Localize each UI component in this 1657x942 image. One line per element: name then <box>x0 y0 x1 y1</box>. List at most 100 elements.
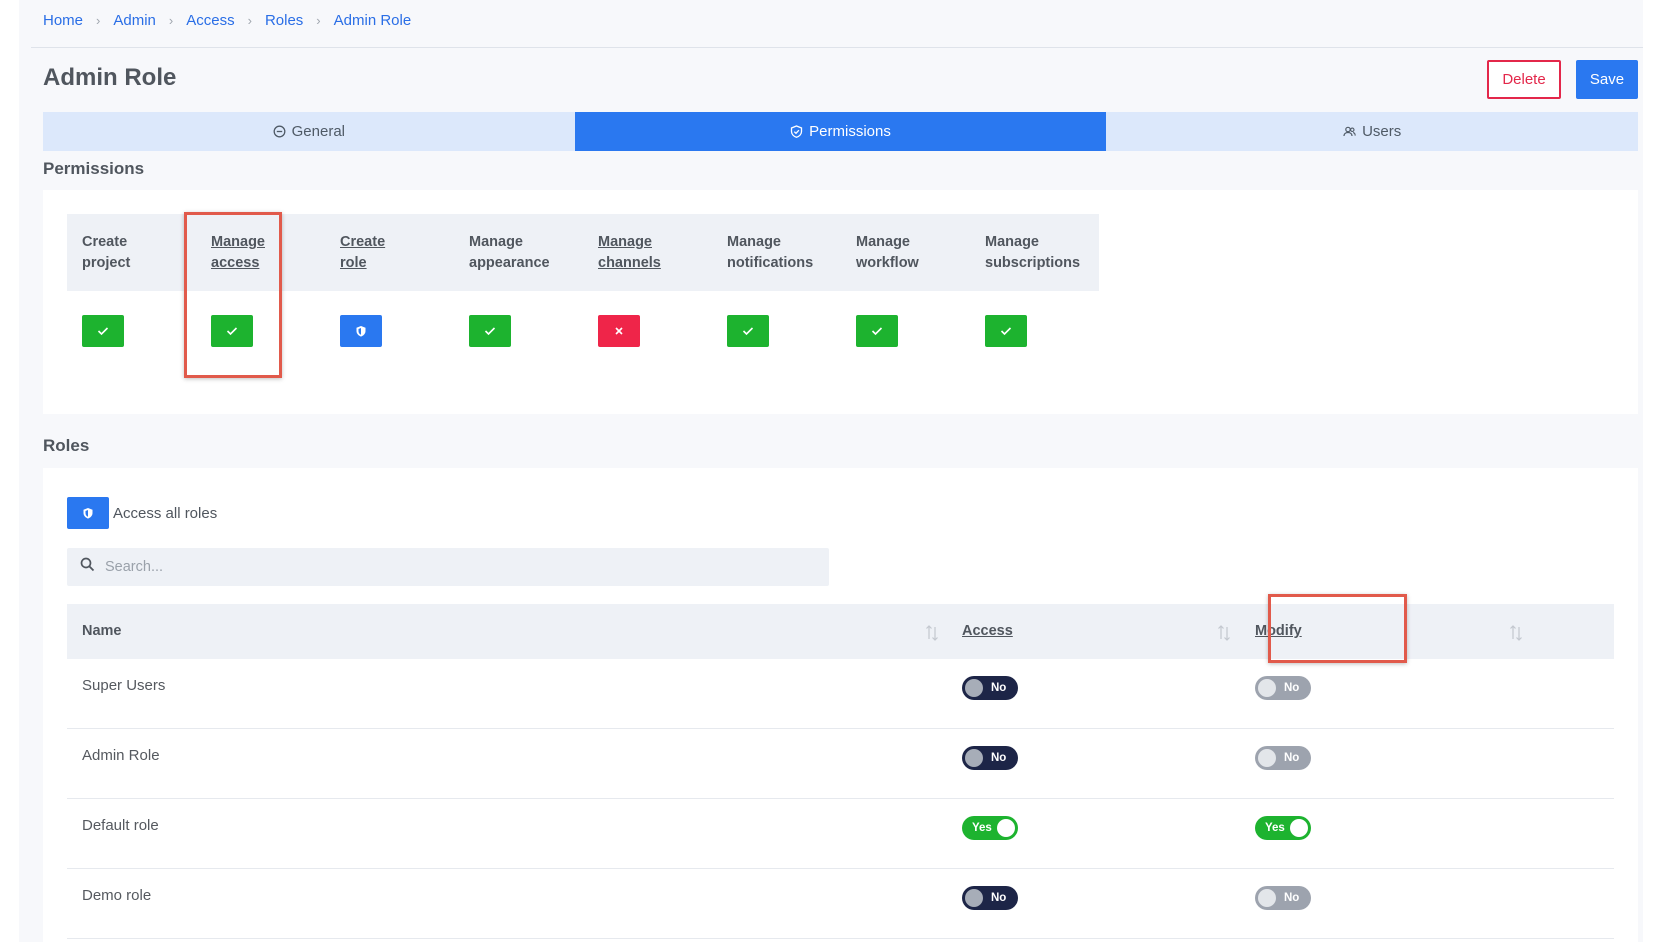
access-toggle[interactable]: Yes <box>962 816 1018 840</box>
toggle-label: No <box>1284 892 1300 904</box>
modify-toggle[interactable]: No <box>1255 746 1311 770</box>
tab-bar: General Permissions Users <box>43 112 1639 151</box>
toggle-label: No <box>1284 682 1300 694</box>
modify-toggle[interactable]: No <box>1255 676 1311 700</box>
breadcrumb-admin[interactable]: Admin <box>113 12 156 29</box>
chevron-right-icon: › <box>247 13 252 28</box>
table-row: Demo role No No <box>67 869 1614 939</box>
shield-icon <box>356 325 366 337</box>
chevron-right-icon: › <box>96 13 101 28</box>
sort-icon[interactable] <box>1509 623 1523 643</box>
access-toggle[interactable]: No <box>962 746 1018 770</box>
toggle-knob <box>965 749 983 767</box>
tab-users-label: Users <box>1362 123 1402 140</box>
access-toggle[interactable]: No <box>962 676 1018 700</box>
check-icon <box>484 327 496 336</box>
toggle-knob <box>1290 819 1308 837</box>
toggle-knob <box>1258 889 1276 907</box>
access-all-roles: Access all roles <box>67 497 217 529</box>
check-icon <box>1000 327 1012 336</box>
perm-label-line1: Manage <box>856 234 910 250</box>
granted-check-button[interactable] <box>856 315 898 347</box>
perm-header: Manage workflow <box>841 214 970 291</box>
table-row: Admin Role No No <box>67 729 1614 799</box>
access-column-header[interactable]: Access <box>962 623 1013 639</box>
sort-icon[interactable] <box>925 623 939 643</box>
perm-header: Create project <box>67 214 196 291</box>
perm-manage-access: Manage access <box>196 214 325 371</box>
granted-check-button[interactable] <box>985 315 1027 347</box>
perm-manage-workflow: Manage workflow <box>841 214 970 371</box>
breadcrumb-roles[interactable]: Roles <box>265 12 303 29</box>
perm-create-project: Create project <box>67 214 196 371</box>
perm-manage-subscriptions: Manage subscriptions <box>970 214 1099 371</box>
search-icon <box>80 557 95 577</box>
granted-check-button[interactable] <box>211 315 253 347</box>
partial-shield-button[interactable] <box>340 315 382 347</box>
perm-label-line1: Manage <box>211 234 265 250</box>
granted-check-button[interactable] <box>727 315 769 347</box>
granted-check-button[interactable] <box>469 315 511 347</box>
perm-label-line2: role <box>340 255 367 271</box>
toggle-label: No <box>1284 752 1300 764</box>
tab-permissions-label: Permissions <box>809 123 891 140</box>
modify-toggle[interactable]: No <box>1255 886 1311 910</box>
perm-label-line2: appearance <box>469 255 550 271</box>
users-icon <box>1343 125 1356 138</box>
sort-icon[interactable] <box>1217 623 1231 643</box>
check-icon <box>97 327 109 336</box>
modify-toggle[interactable]: Yes <box>1255 816 1311 840</box>
tab-general-label: General <box>291 123 346 140</box>
tab-users[interactable]: Users <box>1106 112 1639 151</box>
page: Home › Admin › Access › Roles › Admin Ro… <box>19 0 1643 942</box>
granted-check-button[interactable] <box>82 315 124 347</box>
save-button[interactable]: Save <box>1576 60 1638 99</box>
toggle-knob <box>1258 679 1276 697</box>
access-all-roles-label: Access all roles <box>113 504 218 522</box>
access-all-roles-toggle[interactable] <box>67 497 109 529</box>
roles-section-title: Roles <box>43 436 90 455</box>
toggle-label: No <box>991 682 1007 694</box>
shield-check-icon <box>790 125 803 138</box>
modify-column-header[interactable]: Modify <box>1255 623 1302 639</box>
perm-label-line1: Manage <box>727 234 781 250</box>
perm-manage-appearance: Manage appearance <box>454 214 583 371</box>
role-name: Demo role <box>82 887 152 904</box>
perm-header[interactable]: Create role <box>325 214 454 291</box>
perm-label-line2: subscriptions <box>985 255 1081 271</box>
breadcrumb-access[interactable]: Access <box>186 12 234 29</box>
search-box <box>67 548 829 586</box>
tab-permissions[interactable]: Permissions <box>574 112 1107 151</box>
role-name: Default role <box>82 817 159 834</box>
role-name: Admin Role <box>82 747 160 764</box>
perm-header: Manage notifications <box>712 214 841 291</box>
permissions-section-title: Permissions <box>43 159 145 178</box>
toggle-label: Yes <box>1265 822 1285 834</box>
shield-icon <box>83 507 93 519</box>
chevron-right-icon: › <box>168 13 174 28</box>
access-toggle[interactable]: No <box>962 886 1018 910</box>
tab-general[interactable]: General <box>43 112 575 151</box>
check-icon <box>871 327 883 336</box>
delete-button[interactable]: Delete <box>1487 60 1561 99</box>
name-column-header[interactable]: Name <box>82 623 122 639</box>
roles-table: Name Access Modify Super Users No No Adm… <box>67 604 1614 939</box>
denied-x-button[interactable] <box>598 315 640 347</box>
perm-label-line2: workflow <box>856 255 919 271</box>
perm-label-line1: Manage <box>469 234 523 250</box>
breadcrumb-home[interactable]: Home <box>43 12 83 29</box>
divider <box>31 47 1643 48</box>
toggle-knob <box>965 679 983 697</box>
toggle-label: Yes <box>972 822 992 834</box>
search-input[interactable] <box>105 559 785 575</box>
perm-label-line1: Manage <box>985 234 1039 250</box>
toggle-label: No <box>991 892 1007 904</box>
page-title: Admin Role <box>43 64 177 91</box>
perm-create-role: Create role <box>325 214 454 371</box>
breadcrumb-current[interactable]: Admin Role <box>334 12 412 29</box>
perm-header[interactable]: Manage access <box>196 214 325 291</box>
perm-label-line1: Create <box>82 234 128 250</box>
perm-header[interactable]: Manage channels <box>583 214 712 291</box>
table-row: Default role Yes Yes <box>67 799 1614 869</box>
right-margin <box>1643 0 1657 942</box>
